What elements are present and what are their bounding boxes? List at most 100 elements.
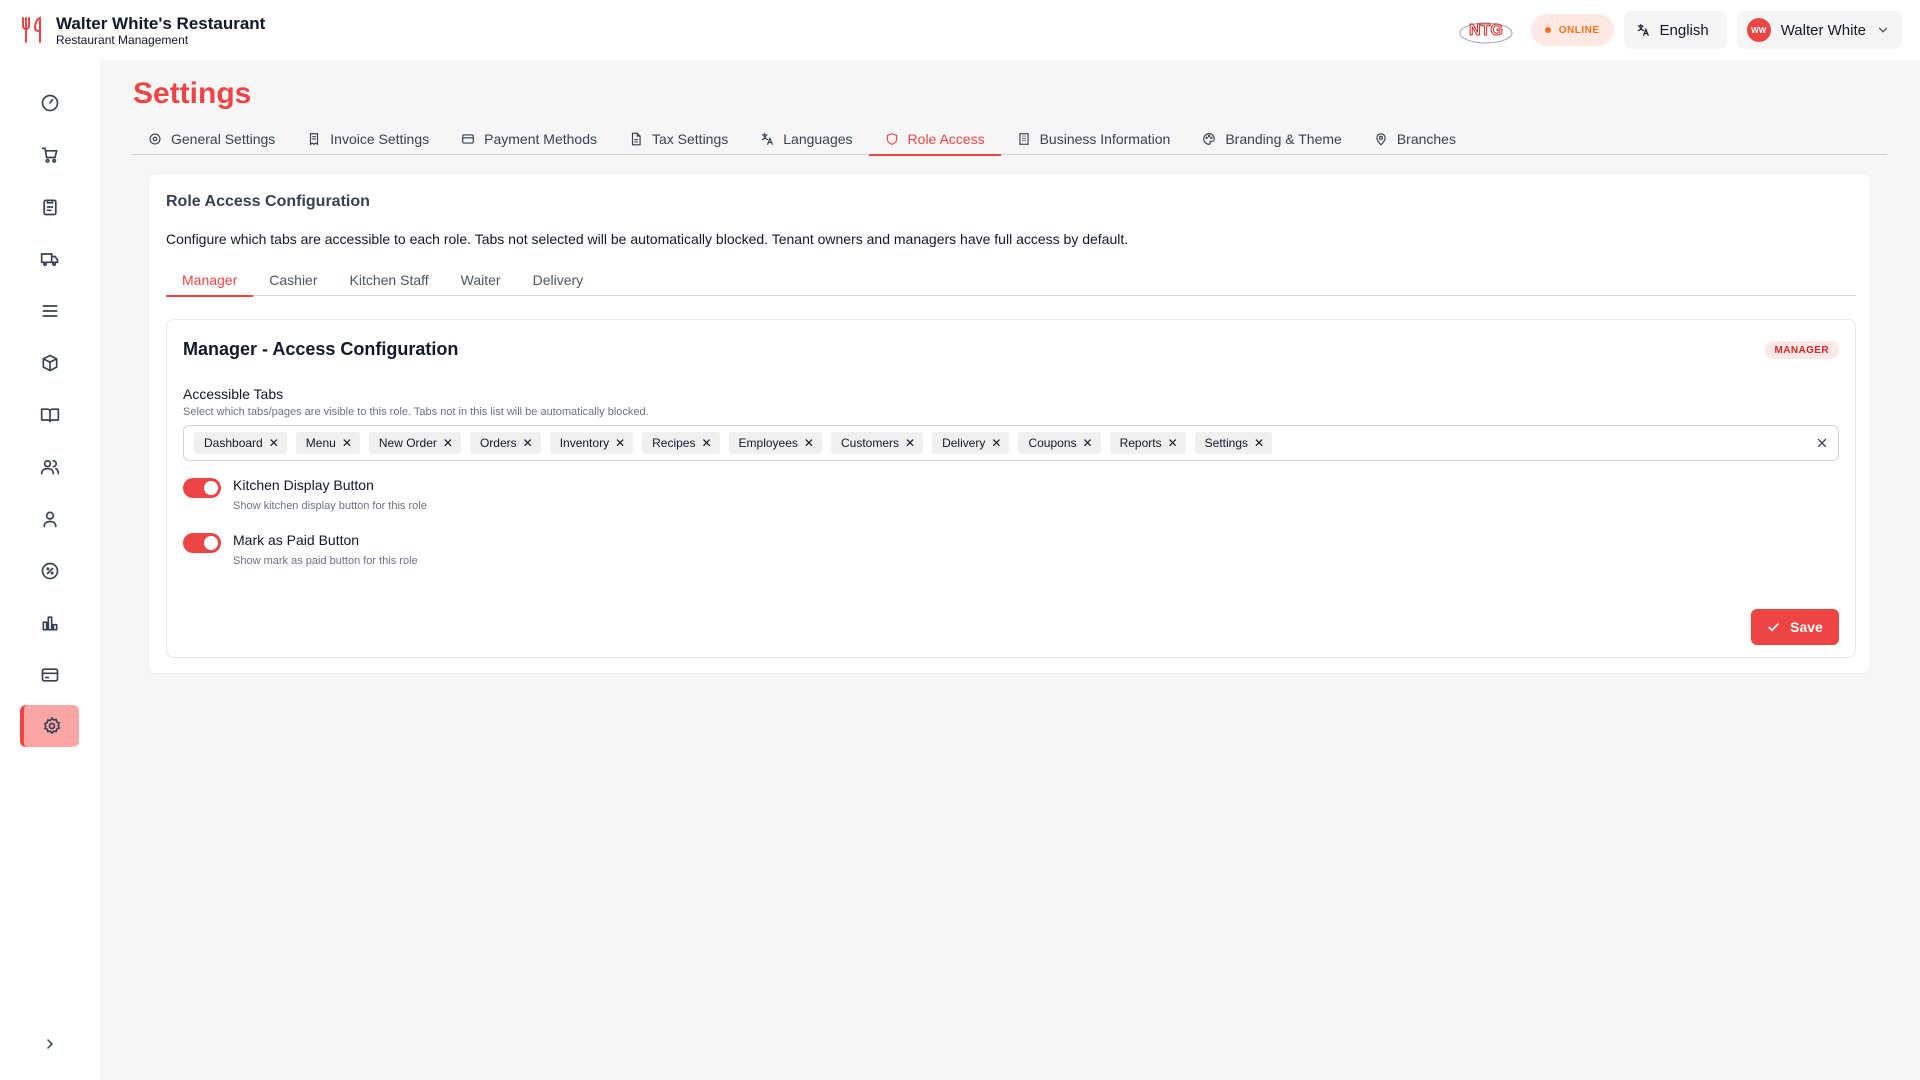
tag-label: Delivery <box>942 436 986 450</box>
online-status: ONLINE <box>1530 14 1614 46</box>
section-title: Role Access Configuration <box>166 193 370 210</box>
sidebar-item-menu[interactable] <box>22 290 78 332</box>
toggle-label: Mark as Paid Button <box>233 532 360 548</box>
language-selector[interactable]: English <box>1623 11 1727 49</box>
remove-tag-icon[interactable]: ✕ <box>991 437 1001 449</box>
accessible-tabs-help: Select which tabs/pages are visible to t… <box>183 406 649 418</box>
status-dot-icon <box>1544 27 1551 33</box>
tab-label: Business Information <box>1039 131 1171 147</box>
tab-label: Languages <box>783 131 853 147</box>
users-icon <box>40 459 60 475</box>
tag-new-order: New Order ✕ <box>368 432 461 454</box>
save-button[interactable]: Save <box>1751 609 1839 645</box>
map-pin-icon <box>1376 133 1386 146</box>
building-icon <box>1018 133 1029 145</box>
sidebar-item-dashboard[interactable] <box>22 82 78 124</box>
fork-knife-icon <box>22 16 41 43</box>
sidebar-item-orders[interactable] <box>22 186 78 228</box>
tag-label: New Order <box>378 436 437 450</box>
remove-tag-icon[interactable]: ✕ <box>523 437 533 449</box>
sidebar-item-customers[interactable] <box>22 498 78 540</box>
role-config-title: Manager - Access Configuration <box>183 339 459 359</box>
sidebar-item-inventory[interactable] <box>22 342 78 384</box>
page-title: Settings <box>133 77 252 110</box>
tab-payment-methods[interactable]: Payment Methods <box>445 123 613 155</box>
role-tab-delivery[interactable]: Delivery <box>517 264 600 296</box>
tab-tax-settings[interactable]: Tax Settings <box>613 123 744 155</box>
remove-tag-icon[interactable]: ✕ <box>1254 437 1264 449</box>
tab-label: Payment Methods <box>484 131 597 147</box>
sidebar-item-settings[interactable] <box>20 705 79 747</box>
toggle-label: Kitchen Display Button <box>233 477 374 493</box>
sidebar-item-delivery[interactable] <box>22 238 78 280</box>
credit-card-icon <box>41 668 59 682</box>
tab-label: General Settings <box>171 131 276 147</box>
remove-tag-icon[interactable]: ✕ <box>701 437 711 449</box>
top-header: Walter White's Restaurant Restaurant Man… <box>0 0 1920 60</box>
role-tab-cashier[interactable]: Cashier <box>253 264 333 296</box>
remove-tag-icon[interactable]: ✕ <box>342 437 352 449</box>
tag-label: Menu <box>305 436 336 450</box>
remove-tag-icon[interactable]: ✕ <box>443 437 453 449</box>
remove-tag-icon[interactable]: ✕ <box>269 437 279 449</box>
role-tab-waiter[interactable]: Waiter <box>445 264 517 296</box>
tab-languages[interactable]: Languages <box>744 123 868 155</box>
accessible-tabs-multiselect[interactable]: Dashboard ✕ Menu ✕ New Order ✕ Orders ✕ Inve… <box>183 425 1839 461</box>
settings-tabs: General Settings Invoice Settings Paymen… <box>132 123 1887 156</box>
tag-label: Recipes <box>652 436 696 450</box>
tag-label: Inventory <box>559 436 610 450</box>
shield-icon <box>886 133 897 145</box>
online-status-label: ONLINE <box>1558 24 1600 36</box>
translate-icon <box>762 133 774 145</box>
box-icon <box>42 354 58 372</box>
user-menu[interactable]: WW Walter White <box>1736 11 1902 49</box>
sidebar-item-coupons[interactable] <box>22 550 78 592</box>
credit-card-icon <box>462 134 474 144</box>
restaurant-subtitle: Restaurant Management <box>56 32 189 47</box>
tab-branding-theme[interactable]: Branding & Theme <box>1186 123 1357 155</box>
tab-label: Branding & Theme <box>1225 131 1342 147</box>
tag-employees: Employees ✕ <box>728 432 822 454</box>
dashboard-gauge-icon <box>41 94 59 112</box>
clear-all-icon[interactable] <box>1814 435 1830 451</box>
role-tabs: Manager Cashier Kitchen Staff Waiter Del… <box>166 264 1856 297</box>
mark-as-paid-toggle[interactable] <box>183 533 221 553</box>
tag-delivery: Delivery ✕ <box>932 432 1010 454</box>
remove-tag-icon[interactable]: ✕ <box>615 437 625 449</box>
tab-label: Branches <box>1396 131 1456 147</box>
tag-coupons: Coupons ✕ <box>1018 432 1101 454</box>
tag-orders: Orders ✕ <box>469 432 541 454</box>
tag-inventory: Inventory ✕ <box>549 432 634 454</box>
book-icon <box>40 408 60 423</box>
receipt-icon <box>310 133 319 146</box>
cart-icon <box>41 147 58 163</box>
kitchen-display-row: Kitchen Display Button Show kitchen disp… <box>183 477 427 512</box>
save-label: Save <box>1790 619 1823 635</box>
role-tab-kitchen-staff[interactable]: Kitchen Staff <box>334 264 445 296</box>
tab-invoice-settings[interactable]: Invoice Settings <box>291 123 445 155</box>
sidebar-item-payments[interactable] <box>22 654 78 696</box>
sidebar-item-new-order[interactable] <box>22 134 78 176</box>
clipboard-icon <box>43 199 57 216</box>
sidebar-item-recipes[interactable] <box>22 394 78 436</box>
sidebar-item-employees[interactable] <box>22 446 78 488</box>
tab-general-settings[interactable]: General Settings <box>132 123 291 155</box>
tag-menu: Menu ✕ <box>295 432 360 454</box>
role-tab-manager[interactable]: Manager <box>166 264 254 297</box>
gear-icon <box>43 716 60 735</box>
kitchen-display-toggle[interactable] <box>183 478 221 498</box>
tab-label: Tax Settings <box>651 131 729 147</box>
remove-tag-icon[interactable]: ✕ <box>804 437 814 449</box>
sidebar-expand-button[interactable] <box>36 1030 64 1058</box>
remove-tag-icon[interactable]: ✕ <box>1083 437 1093 449</box>
remove-tag-icon[interactable]: ✕ <box>1168 437 1178 449</box>
ntg-logo: NTG <box>1459 22 1513 44</box>
tag-label: Dashboard <box>204 436 263 450</box>
tag-customers: Customers ✕ <box>830 432 924 454</box>
tab-branches[interactable]: Branches <box>1358 123 1472 155</box>
tab-business-information[interactable]: Business Information <box>1001 123 1187 155</box>
tag-settings: Settings ✕ <box>1194 432 1273 454</box>
remove-tag-icon[interactable]: ✕ <box>905 437 915 449</box>
sidebar-item-reports[interactable] <box>22 602 78 644</box>
tab-role-access[interactable]: Role Access <box>868 123 1001 156</box>
